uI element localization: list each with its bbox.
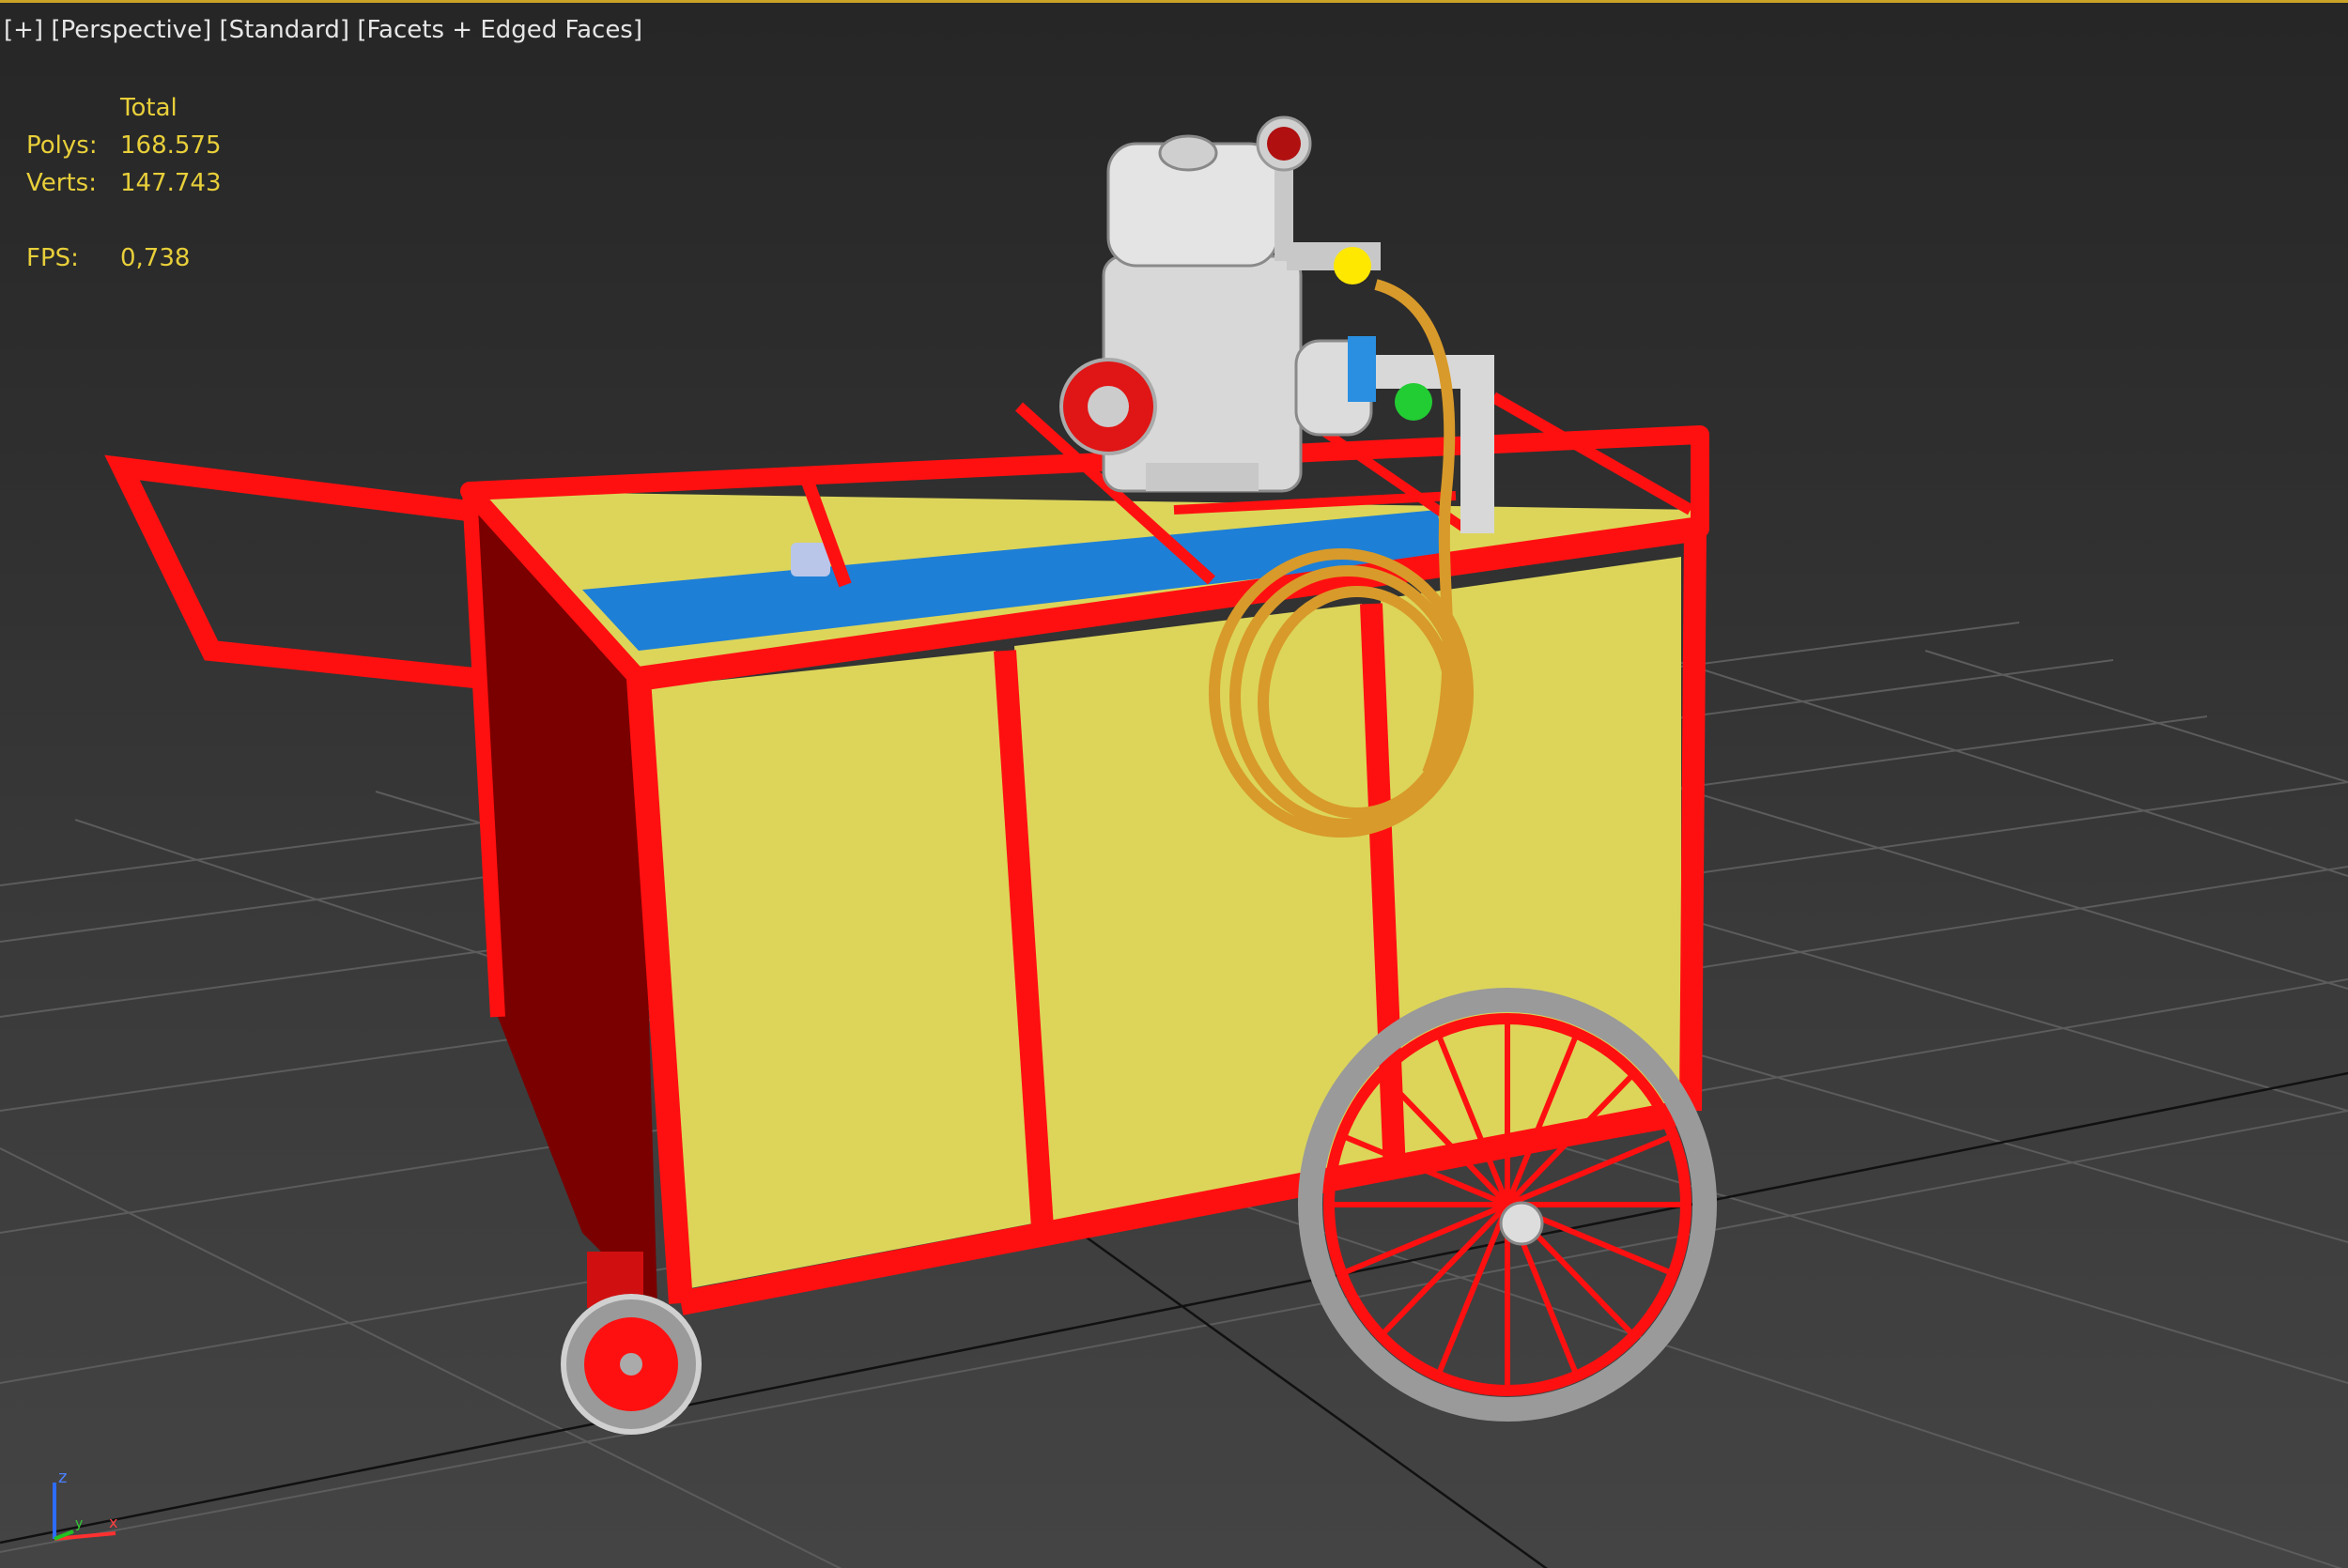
verts-value: 147.743 [120,169,222,197]
perspective-viewport[interactable]: [+] [Perspective] [Standard] [Facets + E… [0,0,2348,1568]
stats-header: Total [120,94,178,122]
filler-cap [791,543,830,576]
verts-label: Verts: [26,169,97,197]
fps-label: FPS: [26,244,79,272]
display-mode-menu[interactable]: [Facets + Edged Faces] [357,16,642,44]
axis-z-label: z [58,1468,67,1487]
polys-value: 168.575 [120,131,222,160]
shading-menu[interactable]: [Standard] [219,16,349,44]
viewport-label[interactable]: [+] [Perspective] [Standard] [Facets + E… [4,16,642,44]
axis-y-label: y [75,1516,83,1531]
axis-x-label: x [109,1514,117,1531]
spoked-wheel[interactable] [1298,988,1717,1422]
fps-value: 0,738 [120,244,191,272]
axis-tripod-icon: z x y [53,1468,117,1541]
view-type-menu[interactable]: [Perspective] [51,16,211,44]
viewport-scene[interactable] [0,3,2348,1568]
front-panel-left [643,651,1033,1289]
statistics-overlay: Total Polys: 168.575 Verts: 147.743 FPS: 0,… [26,89,222,277]
pump-engine[interactable] [1059,134,1373,493]
polys-label: Polys: [26,131,98,160]
viewport-menu-button[interactable]: [+] [4,16,43,44]
